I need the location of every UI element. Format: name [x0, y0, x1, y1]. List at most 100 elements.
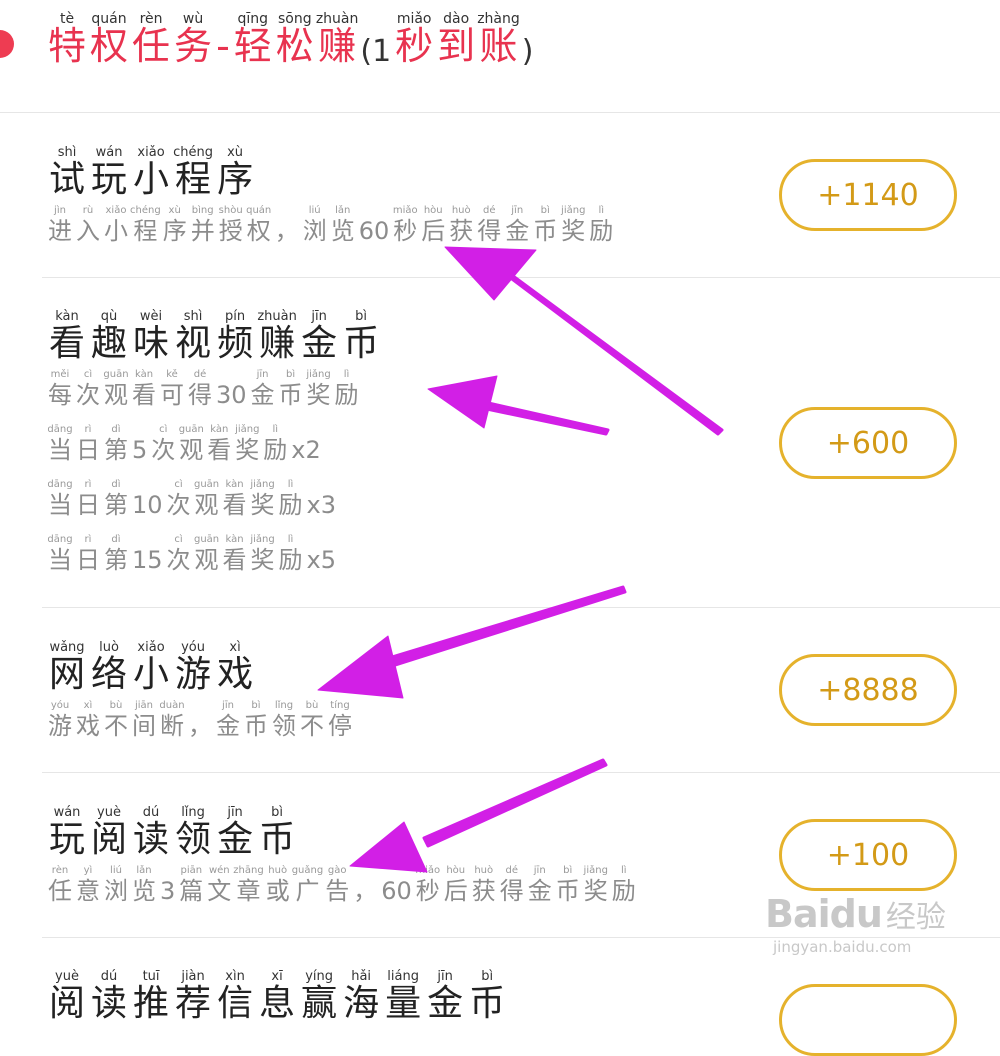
title-tail-close: ) [521, 33, 534, 69]
hanzi: 秒 [395, 24, 434, 68]
ruby-char: ， [351, 864, 379, 905]
ruby-char: gào 告 [323, 864, 351, 904]
hanzi: 秒 [415, 877, 440, 905]
ruby-char: jiǎng 奖 [233, 423, 261, 463]
ruby-char: xù 序 [214, 146, 256, 200]
reward-button-fun-video[interactable]: +600 [779, 407, 957, 479]
ruby-char: shì 视 [172, 310, 214, 364]
pinyin: lì [620, 865, 627, 876]
ruby-char: dāng 当 [46, 478, 74, 518]
hanzi: 进 [48, 217, 72, 245]
hanzi: 金 [250, 381, 275, 409]
hanzi: 看 [132, 381, 156, 409]
hanzi: 次 [166, 546, 191, 574]
ruby-char: luò 络 [88, 641, 130, 695]
task-desc-fun-video-3: dāng 当 rì 日 dì 第 10 cì 次 guān 观 kàn 看 jiǎng 奖 lì 励 x3 [46, 478, 338, 518]
ruby-char: yíng 赢 [298, 970, 340, 1024]
ruby-char: 60 [357, 204, 392, 245]
pinyin: jiǎng [561, 205, 586, 216]
ruby-char: bì 币 [242, 699, 270, 739]
hanzi: 游 [48, 712, 72, 740]
red-dot-indicator [0, 30, 14, 58]
hanzi: 奖 [306, 381, 331, 409]
ruby-char: jīn 金 [503, 204, 531, 244]
hanzi: 玩 [91, 159, 128, 200]
pinyin: tíng [330, 700, 350, 711]
hanzi: 金 [301, 323, 338, 364]
hanzi: 领 [272, 712, 296, 740]
ruby-char: sōng 松 [274, 12, 316, 68]
ruby-char: zhāng 章 [233, 864, 263, 904]
hanzi: 奖 [235, 436, 260, 464]
pinyin: yóu [50, 700, 70, 711]
hanzi: 当 [48, 436, 72, 464]
ruby-char: bìng 并 [189, 204, 217, 244]
task-desc-mini-game: yóu 游 xì 戏 bù 不 jiān 间 duàn 断， jīn 金 bì 币 lǐng 领 bù 不 tíng… [46, 699, 354, 739]
ruby-char: yuè 阅 [88, 806, 130, 860]
hanzi: ， [353, 877, 378, 905]
ruby-char: shì 试 [46, 146, 88, 200]
pinyin: jīn [437, 969, 453, 984]
ruby-char: lǎn 览 [130, 864, 158, 904]
pinyin: yuè [97, 805, 121, 820]
hanzi: 荐 [175, 983, 212, 1024]
ruby-char: guān 观 [102, 368, 130, 408]
hanzi: 任 [48, 877, 72, 905]
pinyin: bì [251, 700, 261, 711]
ruby-char: hǎi 海 [340, 970, 382, 1024]
ruby-char: rù 入 [74, 204, 102, 244]
ruby-char: dào 到 [435, 12, 477, 68]
pinyin: liú [308, 205, 321, 216]
pinyin: lì [272, 424, 279, 435]
pinyin: bù [109, 700, 123, 711]
ruby-char: dé 得 [475, 204, 503, 244]
reward-button-recommended[interactable] [779, 984, 957, 1056]
ruby-char: cì 次 [74, 368, 102, 408]
pinyin: liáng [387, 969, 419, 984]
hanzi: 第 [104, 491, 128, 519]
pinyin: dāng [47, 424, 73, 435]
hanzi: 得 [188, 381, 212, 409]
hanzi: 小 [133, 654, 170, 695]
reward-button-mini-game[interactable]: +8888 [779, 654, 957, 726]
hanzi: 章 [236, 877, 261, 905]
hanzi: 阅 [49, 983, 86, 1024]
ruby-char: huò 获 [470, 864, 498, 904]
pinyin: bù [305, 700, 319, 711]
hanzi: 励 [263, 436, 288, 464]
hanzi: 金 [216, 712, 240, 740]
hanzi: 玩 [49, 819, 86, 860]
pinyin: rèn [51, 865, 69, 876]
hanzi: 日 [76, 546, 100, 574]
pinyin: lǎn [335, 205, 351, 216]
pinyin: hòu [446, 865, 466, 876]
ruby-char: dú 读 [130, 806, 172, 860]
hanzi: - [216, 24, 230, 68]
reward-button-mini-program[interactable]: +1140 [779, 159, 957, 231]
hanzi: 次 [166, 491, 191, 519]
ruby-char: dú 读 [88, 970, 130, 1024]
hanzi: 权 [90, 24, 129, 68]
ruby-char: lì 励 [333, 368, 361, 408]
ruby-char: pín 频 [214, 310, 256, 364]
hanzi: 获 [449, 217, 474, 245]
ruby-char: piān 篇 [177, 864, 205, 904]
hanzi: 10 [132, 491, 163, 519]
hanzi: 奖 [250, 491, 275, 519]
hanzi: 赚 [318, 24, 357, 68]
pinyin: guān [193, 479, 220, 490]
task-desc-mini-program: jìn 进 rù 入 xiǎo 小 chéng 程 xù 序 bìng 并 shòu 授 quán 权， liú… [46, 204, 615, 244]
ruby-char: x2 [289, 423, 322, 464]
hanzi: 励 [611, 877, 636, 905]
ruby-char: rèn 任 [130, 12, 172, 68]
hanzi: 游 [175, 654, 212, 695]
hanzi: 务 [174, 24, 213, 68]
pinyin: piān [180, 865, 203, 876]
ruby-char: liáng 量 [382, 970, 424, 1024]
reward-button-reading[interactable]: +100 [779, 819, 957, 891]
ruby-char: dāng 当 [46, 423, 74, 463]
ruby-char: kàn 看 [221, 478, 249, 518]
ruby-char: jīn 金 [249, 368, 277, 408]
pinyin: dì [111, 534, 121, 545]
ruby-char: jiǎng 奖 [305, 368, 333, 408]
